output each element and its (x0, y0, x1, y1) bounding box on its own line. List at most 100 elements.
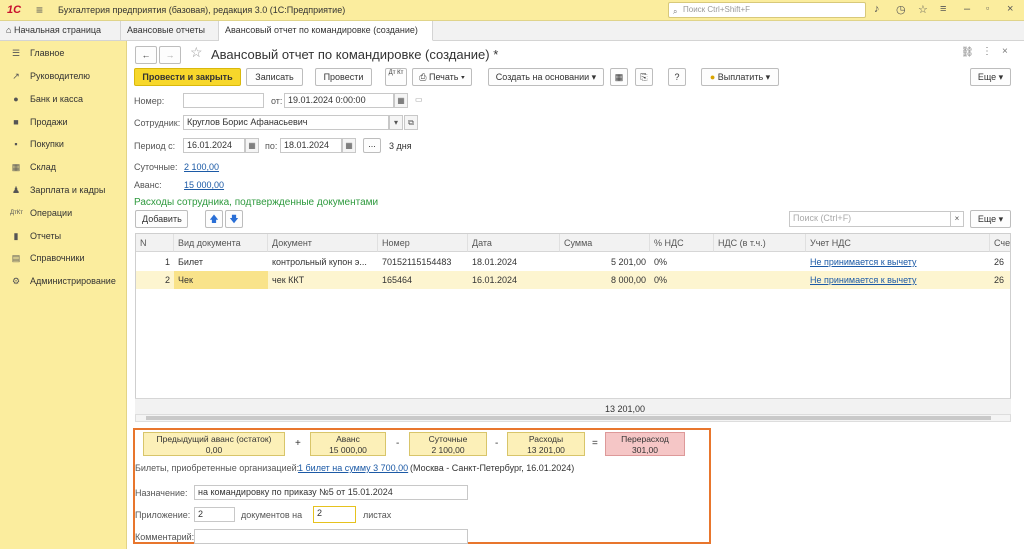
tab-home[interactable]: ⌂ Начальная страница (0, 21, 121, 41)
close-doc-icon[interactable]: × (1002, 46, 1008, 57)
save-button[interactable]: Записать (246, 68, 303, 86)
doc-icon[interactable]: ▭ (415, 95, 423, 104)
sidebar-item-label: Зарплата и кадры (30, 185, 106, 195)
add-button[interactable]: Добавить (135, 210, 188, 228)
per-diem-box-label: Суточные (428, 434, 468, 444)
menu-icon[interactable]: ≡ (36, 3, 43, 17)
sidebar-item-warehouse[interactable]: ▦ Склад (0, 157, 127, 177)
link-icon[interactable]: ⛓ (961, 47, 974, 58)
advance-summary-panel: Предыдущий аванс (остаток) 0,00 + Аванс 15… (133, 428, 711, 544)
settings-menu-icon[interactable]: ≡ (940, 3, 946, 15)
bar-chart-icon: ▮ (13, 231, 19, 241)
table-search-input[interactable]: Поиск (Ctrl+F) (789, 211, 964, 227)
close-window-icon[interactable]: × (1007, 3, 1013, 15)
bell-icon[interactable]: ♪ (874, 3, 880, 15)
more-menu-icon[interactable]: ⋮ (982, 46, 992, 57)
column-header[interactable]: % НДС (650, 234, 714, 252)
star-icon[interactable]: ☆ (918, 3, 928, 16)
clear-search-icon[interactable]: × (950, 211, 964, 227)
printer-icon: ⎙ (419, 72, 427, 82)
forward-button[interactable]: → (159, 46, 181, 64)
sidebar-item-bank[interactable]: ● Банк и касса (0, 89, 127, 109)
tab-advance-reports[interactable]: Авансовые отчеты (121, 21, 219, 41)
person-icon: ♟ (11, 185, 21, 195)
column-header[interactable]: Учет НДС (806, 234, 990, 252)
sidebar-item-purchases[interactable]: ▪ Покупки (0, 134, 127, 154)
print-label: Печать (428, 72, 459, 82)
global-search-input[interactable]: ⌕ Поиск Ctrl+Shift+F (668, 2, 866, 18)
period-select-button[interactable]: ... (363, 138, 381, 153)
purpose-input[interactable]: на командировку по приказу №5 от 15.01.2… (194, 485, 468, 500)
calendar-icon[interactable]: ▦ (245, 138, 259, 153)
create-based-on-button[interactable]: Создать на основании ▾ (488, 68, 604, 86)
history-icon[interactable]: ◷ (896, 3, 906, 16)
number-input[interactable] (183, 93, 264, 108)
column-header[interactable]: Вид документа (174, 234, 268, 252)
sidebar-item-admin[interactable]: ⚙ Администрирование (0, 271, 127, 291)
coin-icon: ● (13, 94, 19, 104)
post-and-close-button[interactable]: Провести и закрыть (134, 68, 241, 86)
dropdown-arrow-icon[interactable]: ▾ (389, 115, 403, 130)
help-button[interactable]: ? (668, 68, 686, 86)
post-button[interactable]: Провести (315, 68, 372, 86)
sidebar-item-catalogs[interactable]: ▤ Справочники (0, 248, 127, 268)
restore-icon[interactable]: ▫ (986, 3, 989, 13)
tabs-bar: ⌂ Начальная страница Авансовые отчеты Ав… (0, 21, 1024, 54)
column-header[interactable]: Номер (378, 234, 468, 252)
cell-n: 1 (164, 257, 170, 267)
cell-vat (714, 253, 806, 271)
column-header[interactable]: НДС (в т.ч.) (714, 234, 806, 252)
calendar-icon[interactable]: ▦ (342, 138, 356, 153)
minimize-icon[interactable]: – (964, 3, 970, 15)
dt-kt-button[interactable]: Дт Кт (385, 68, 407, 86)
per-diem-link[interactable]: 2 100,00 (184, 162, 219, 172)
pay-button[interactable]: ● Выплатить ▾ (701, 68, 779, 86)
employee-input[interactable]: Круглов Борис Афанасьевич (183, 115, 389, 130)
sidebar-item-sales[interactable]: ■ Продажи (0, 112, 127, 132)
sidebar-item-salary[interactable]: ♟ Зарплата и кадры (0, 180, 127, 200)
open-employee-icon[interactable]: ⧉ (404, 115, 418, 130)
back-button[interactable]: ← (135, 46, 157, 64)
list-icon: ☰ (11, 48, 21, 58)
sidebar-item-label: Покупки (30, 139, 64, 149)
move-down-icon[interactable]: 🡇 (225, 210, 243, 228)
more-button[interactable]: Еще ▾ (970, 68, 1011, 86)
attach-icon[interactable]: ⎘ (635, 68, 653, 86)
sheets-label: листах (363, 510, 392, 520)
title-bar: 1С ≡ Бухгалтерия предприятия (базовая), … (0, 0, 1024, 21)
table-more-button[interactable]: Еще ▾ (970, 210, 1011, 228)
column-header[interactable]: Документ (268, 234, 378, 252)
sheets-input[interactable]: 2 (313, 506, 356, 523)
attachment-docs-input[interactable]: 2 (194, 507, 235, 522)
structure-icon[interactable]: ▦ (610, 68, 628, 86)
table-row[interactable]: 2 Чек чек ККТ 165464 16.01.2024 8 000,00… (136, 271, 1010, 289)
sidebar-item-manager[interactable]: ↗ Руководителю (0, 66, 127, 86)
tab-current-doc[interactable]: Авансовый отчет по командировке (создани… (219, 21, 433, 54)
move-up-icon[interactable]: 🡅 (205, 210, 223, 228)
column-header[interactable]: Сумма (560, 234, 650, 252)
sidebar-item-reports[interactable]: ▮ Отчеты (0, 226, 127, 246)
cell-vat-account-link[interactable]: Не принимается к вычету (806, 253, 990, 271)
tickets-link[interactable]: 1 билет на сумму 3 700,00 (298, 463, 408, 473)
scrollbar-thumb[interactable] (146, 416, 991, 420)
date-input[interactable]: 19.01.2024 0:00:00 (284, 93, 394, 108)
horizontal-scrollbar[interactable] (135, 414, 1011, 422)
sidebar-item-label: Продажи (30, 117, 68, 127)
document-form: ← → ☆ Авансовый отчет по командировке (с… (128, 41, 1024, 549)
sidebar-item-main[interactable]: ☰ Главное (0, 43, 127, 63)
column-header[interactable]: Дата (468, 234, 560, 252)
comment-input[interactable] (194, 529, 468, 544)
column-header[interactable]: N (136, 234, 174, 252)
sidebar-item-operations[interactable]: ДтКт Операции (0, 203, 127, 223)
cell-vat-account-link[interactable]: Не принимается к вычету (806, 271, 990, 289)
favorite-star-icon[interactable]: ☆ (190, 44, 203, 61)
table-row[interactable]: 1 Билет контрольный купон э... 701521151… (136, 253, 1010, 271)
advance-box: Аванс 15 000,00 (310, 432, 386, 456)
period-from-input[interactable]: 16.01.2024 (183, 138, 245, 153)
calendar-icon[interactable]: ▦ (394, 93, 408, 108)
print-button[interactable]: ⎙ Печать ▾ (412, 68, 472, 86)
advance-link[interactable]: 15 000,00 (184, 180, 224, 190)
period-to-input[interactable]: 18.01.2024 (280, 138, 342, 153)
sidebar-item-label: Операции (30, 208, 73, 218)
column-header[interactable]: Сче (990, 234, 1010, 252)
